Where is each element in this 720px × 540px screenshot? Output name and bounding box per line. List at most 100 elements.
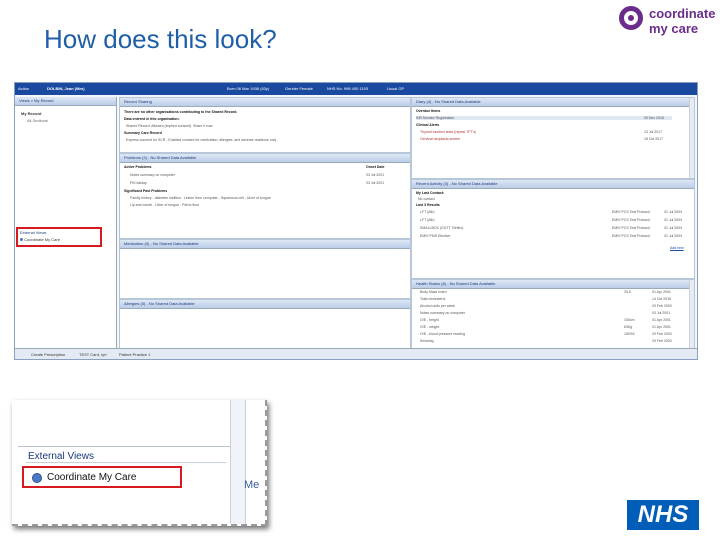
nav-my-record[interactable]: My Record	[21, 111, 41, 116]
slide-title: How does this look?	[44, 24, 277, 54]
zoom-divider	[18, 446, 230, 447]
result-row-4-name[interactable]: EMIS PMS Elective	[420, 234, 450, 238]
health-row-4-name[interactable]: Notes summary on computer	[420, 311, 465, 315]
problem-row-2-name[interactable]: Pill holiday	[130, 181, 147, 185]
health-row-8-name[interactable]: Smoking	[420, 339, 434, 343]
health-row-6-date: 01 Apr 2001	[652, 325, 671, 329]
cmc-globe-icon	[32, 473, 42, 483]
add-new-link[interactable]: Add new	[670, 246, 684, 250]
zoom-cmc-label: Coordinate My Care	[47, 472, 137, 483]
health-row-3-name[interactable]: Alcohol units per week	[420, 304, 455, 308]
record-sharing-panel: Record Sharing There are no other organi…	[119, 97, 411, 153]
significant-problems-heading: Significant Past Problems	[124, 189, 168, 193]
diary-row-3-name: Clinical Alerts	[416, 123, 440, 127]
recent-activity-header: Recent Activity (3) - No Shared Data Ava…	[412, 180, 694, 189]
health-row-7-value: 150/92	[624, 332, 635, 336]
diary-panel: Diary (4) - No Shared Data Available Ove…	[411, 97, 695, 179]
health-row-5-date: 01 Apr 2001	[652, 318, 671, 322]
medication-header: Medication (0) - No Shared Data Availabl…	[120, 240, 410, 249]
zoom-splitter[interactable]	[230, 400, 246, 524]
nhs-logo: NHS	[627, 500, 699, 530]
result-row-3-date: 31 Jul 2003	[664, 226, 683, 230]
patient-gender: Gender Female	[285, 86, 313, 91]
cmc-view-icon	[20, 238, 23, 241]
nav-cmc-label: Coordinate My Care	[24, 237, 60, 242]
diary-scrollbar[interactable]	[689, 98, 694, 178]
status-bar: Create Prescription TEST Card, Iyri Pati…	[15, 348, 697, 359]
zoom-underline	[26, 462, 226, 463]
recent-activity-panel: Recent Activity (3) - No Shared Data Ava…	[411, 179, 695, 279]
summary-care-record: Summary Care Record	[124, 131, 162, 135]
logo-line-2: my care	[649, 21, 699, 36]
record-sharing-line-1: There are no other organisations contrib…	[124, 110, 238, 114]
last-results-heading: Last 3 Results	[416, 203, 440, 207]
patient-banner: Action DOLBIN, Jean (Mrs) Born 06 Mar 19…	[15, 83, 697, 95]
health-row-7-name[interactable]: O/E - blood pressure reading	[420, 332, 465, 336]
patient-name: DOLBIN, Jean (Mrs)	[47, 86, 85, 91]
diary-row-2-name[interactable]: INR Monitor Registration	[416, 116, 672, 120]
status-patient-practice[interactable]: Patient Practice 1	[119, 352, 150, 357]
health-row-1-name[interactable]: Body Mass Index	[420, 290, 447, 294]
status-create-prescription[interactable]: Create Prescription	[31, 352, 65, 357]
coordinate-my-care-logo: coordinate my care	[619, 4, 715, 40]
last-contact-value: No contact	[418, 197, 435, 201]
health-status-scrollbar[interactable]	[689, 280, 694, 348]
patient-born: Born 06 Mar 1936 (83y)	[227, 86, 270, 91]
nav-all-sections[interactable]: All Sections	[27, 118, 48, 123]
status-test-card[interactable]: TEST Card, Iyri	[79, 352, 107, 357]
result-row-3-source: EMIS PCS Test Protocol	[612, 226, 650, 230]
action-menu[interactable]: Action	[18, 86, 29, 91]
health-row-6-value: 63Kg	[624, 325, 633, 329]
problem-row-1-date: 03 Jul 2001	[366, 173, 385, 177]
nav-cmc-item[interactable]: Coordinate My Care	[20, 237, 60, 242]
result-row-4-source: EMIS PCS Test Protocol	[612, 234, 650, 238]
external-views-zoom: External Views Coordinate My Care Me	[12, 400, 267, 526]
health-row-5-value: 150cm	[624, 318, 635, 322]
health-row-7-date: 29 Feb 2000	[652, 332, 672, 336]
problems-header: Problems (3) - No Shared Data Available	[120, 154, 410, 163]
health-row-1-value: 25.5	[624, 290, 631, 294]
problem-row-2-date: 03 Jul 2001	[366, 181, 385, 185]
patient-nhs-number: NHS No. 998 400 1193	[327, 86, 369, 91]
zoom-partial-label: Me	[244, 479, 260, 491]
health-status-panel: Health Status (8) - No Shared Data Avail…	[411, 279, 695, 349]
patient-usual-gp: Usual GP	[387, 86, 405, 91]
cmc-logo-icon	[619, 6, 643, 30]
result-row-3-name[interactable]: SMALLBOX (GGTT, Reflex)	[420, 226, 463, 230]
result-row-4-date: 31 Jul 2003	[664, 234, 683, 238]
health-row-1-date: 01 Apr 2001	[652, 290, 671, 294]
diary-header: Diary (4) - No Shared Data Available	[412, 98, 694, 107]
diary-row-5-date: 18 Oct 2017	[644, 137, 664, 141]
diary-row-1-name: Overdue Items	[416, 109, 441, 113]
health-row-4-date: 03 Jul 2001	[652, 311, 671, 315]
diary-row-4-name[interactable]: Thyroid function tests (repeat TFT's)	[420, 130, 476, 134]
navigation-pane: Views > My Record My Record All Sections…	[15, 97, 117, 349]
record-sharing-header: Record Sharing	[120, 98, 410, 107]
last-contact-heading: My Last Contact:	[416, 191, 445, 195]
health-row-6-name[interactable]: O/E - weight	[420, 325, 439, 329]
problem-row-1-name[interactable]: Notes summary on computer	[130, 173, 175, 177]
record-sharing-line-2: Data entered in this organisation:	[124, 117, 180, 121]
diary-row-5-name[interactable]: Cervical neoplasia screen	[420, 137, 460, 141]
summary-care-line: Express consent for SCR - Enabled consen…	[126, 138, 277, 142]
logo-line-1: coordinate	[649, 6, 716, 21]
health-row-5-name[interactable]: O/E - height	[420, 318, 439, 322]
result-row-2-name[interactable]: LFT (Alb)	[420, 218, 435, 222]
record-sharing-line-3[interactable]: Shared Record: Allowed (implied consent)…	[126, 124, 213, 128]
significant-problem-row-1[interactable]: Family history - diabetes mellitus - Les…	[130, 196, 271, 200]
onset-date-heading: Onset Date	[366, 165, 385, 169]
allergies-header: Allergies (0) - No Shared Data Available	[120, 300, 410, 309]
health-row-2-name[interactable]: Total cholesterol	[420, 297, 445, 301]
result-row-1-date: 31 Jul 2003	[664, 210, 683, 214]
health-status-header: Health Status (8) - No Shared Data Avail…	[412, 280, 694, 289]
health-row-8-date: 29 Feb 2000	[652, 339, 672, 343]
active-problems-heading: Active Problems	[124, 165, 152, 169]
significant-problem-row-2[interactable]: Lip and mouth - Ulcer of tongue - Pelvic…	[130, 203, 199, 207]
result-row-1-source: EMIS PCS Test Protocol	[612, 210, 650, 214]
health-row-2-date: 14 Oct 2016	[652, 297, 672, 301]
zoom-cmc-item[interactable]: Coordinate My Care	[22, 466, 182, 488]
emis-screenshot: Action DOLBIN, Jean (Mrs) Born 06 Mar 19…	[14, 82, 698, 360]
result-row-1-name[interactable]: LFT (Alb)	[420, 210, 435, 214]
allergies-panel: Allergies (0) - No Shared Data Available	[119, 299, 411, 349]
result-row-2-source: EMIS PCS Test Protocol	[612, 218, 650, 222]
